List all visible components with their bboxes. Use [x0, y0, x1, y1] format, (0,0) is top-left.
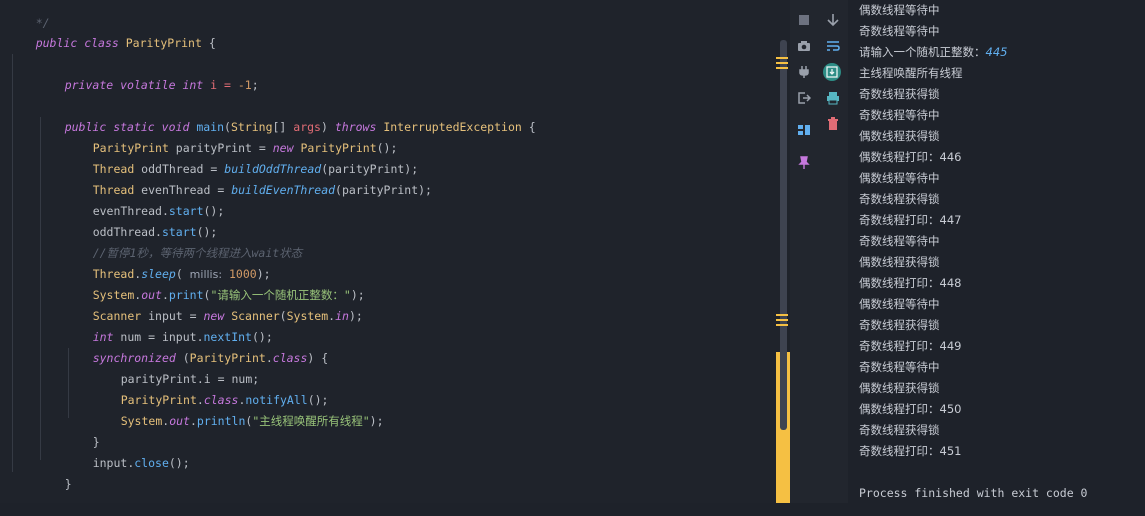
code-line-input-close: input.close(); [92, 456, 190, 470]
scroll-to-end-icon[interactable] [823, 63, 841, 81]
console-line: 奇数线程等待中 [859, 357, 940, 378]
code-line-odd-thread: Thread oddThread = buildOddThread(parity… [92, 162, 419, 176]
console-line: 偶数线程打印：450 [859, 399, 961, 420]
console-line: 奇数线程打印：449 [859, 336, 961, 357]
code-line-sleep: Thread.sleep( millis: 1000); [92, 267, 271, 281]
layout-icon[interactable] [795, 121, 813, 139]
console-line-text: 偶数线程获得锁 [859, 255, 940, 269]
console-line-text: 奇数线程打印：449 [859, 339, 962, 353]
scroll-tick [776, 324, 788, 326]
console-line: 偶数线程等待中 [859, 294, 940, 315]
console-line-text: 偶数线程等待中 [859, 297, 940, 311]
code-line-close-sync: } [92, 435, 100, 449]
scroll-down-icon[interactable] [824, 11, 842, 29]
scroll-tick [776, 314, 788, 316]
pin-icon[interactable] [795, 154, 813, 172]
code-line-class-declaration: public class ParityPrint { [35, 36, 216, 50]
console-line: 偶数线程获得锁 [859, 252, 940, 273]
console-line: 奇数线程获得锁 [859, 315, 940, 336]
console-line: 偶数线程等待中 [859, 0, 940, 21]
trash-icon[interactable] [824, 115, 842, 133]
console-line-text: 偶数线程打印：448 [859, 276, 962, 290]
console-line: 奇数线程等待中 [859, 231, 940, 252]
code-line-even-start: evenThread.start(); [92, 204, 225, 218]
console-line: 奇数线程等待中 [859, 105, 940, 126]
scroll-tick [776, 319, 788, 321]
process-exit-message: Process finished with exit code 0 [859, 486, 1088, 500]
code-line-even-thread: Thread evenThread = buildEvenThread(pari… [92, 183, 432, 197]
console-line-text: 偶数线程等待中 [859, 3, 940, 17]
code-line-scanner: Scanner input = new Scanner(System.in); [92, 309, 363, 323]
console-line: 请输入一个随机正整数：445 [859, 42, 1007, 63]
console-line-text: 偶数线程等待中 [859, 171, 940, 185]
code-line-comment: //暂停1秒，等待两个线程进入wait状态 [92, 246, 303, 260]
console-line: 主线程唤醒所有线程 [859, 63, 963, 84]
stop-icon[interactable] [795, 11, 813, 29]
indent-guide [12, 54, 13, 472]
exit-icon[interactable] [795, 89, 813, 107]
console-line: 奇数线程打印：451 [859, 441, 961, 462]
code-line-print-prompt: System.out.print("请输入一个随机正整数："); [92, 288, 365, 302]
console-line-text: 奇数线程打印：451 [859, 444, 962, 458]
console-line-text: 奇数线程等待中 [859, 234, 940, 248]
console-line-text: 奇数线程等待中 [859, 360, 940, 374]
console-line-text: 奇数线程等待中 [859, 24, 940, 38]
console-line-text: 偶数线程打印：450 [859, 402, 962, 416]
console-line-text: 主线程唤醒所有线程 [859, 66, 963, 80]
console-line-text: 请输入一个随机正整数： [859, 45, 986, 59]
console-line-text: 偶数线程获得锁 [859, 381, 940, 395]
console-line: 奇数线程打印：447 [859, 210, 961, 231]
console-line: 奇数线程等待中 [859, 21, 940, 42]
console-output[interactable]: 偶数线程等待中 奇数线程等待中 请输入一个随机正整数：445 主线程唤醒所有线程 奇数线… [848, 0, 1145, 503]
camera-icon[interactable] [795, 37, 813, 55]
plug-icon[interactable] [795, 63, 813, 81]
code-editor[interactable]: */ public class ParityPrint { private vo… [0, 0, 776, 503]
code-line-field: private volatile int i = -1; [64, 78, 259, 92]
console-user-input: 445 [985, 45, 1008, 59]
code-line-main-declaration: public static void main(String[] args) t… [64, 120, 536, 134]
code-line-new-parityprint: ParityPrint parityPrint = new ParityPrin… [92, 141, 398, 155]
console-line-text: 奇数线程获得锁 [859, 318, 940, 332]
code-line-assign: parityPrint.i = num; [120, 372, 260, 386]
scroll-tick [776, 57, 788, 59]
console-line-text: 偶数线程获得锁 [859, 129, 940, 143]
code-line-notify-all: ParityPrint.class.notifyAll(); [120, 393, 329, 407]
console-line: 奇数线程获得锁 [859, 189, 940, 210]
console-line-text: 奇数线程获得锁 [859, 87, 940, 101]
scroll-tick [776, 67, 788, 69]
code-line-println: System.out.println("主线程唤醒所有线程"); [120, 414, 384, 428]
editor-scrollbar-thumb[interactable] [780, 40, 787, 430]
console-line-text: 奇数线程等待中 [859, 108, 940, 122]
print-icon[interactable] [824, 89, 842, 107]
code-line-odd-start: oddThread.start(); [92, 225, 218, 239]
console-line: 偶数线程打印：448 [859, 273, 961, 294]
scroll-tick [776, 62, 788, 64]
soft-wrap-icon[interactable] [824, 37, 842, 55]
console-line-text: 奇数线程获得锁 [859, 423, 940, 437]
code-line-next-int: int num = input.nextInt(); [92, 330, 273, 344]
console-line-text: 奇数线程获得锁 [859, 192, 940, 206]
indent-guide [40, 117, 41, 460]
console-line: 偶数线程获得锁 [859, 126, 940, 147]
code-line-synchronized: synchronized (ParityPrint.class) { [92, 351, 329, 365]
console-line: 偶数线程打印：446 [859, 147, 961, 168]
console-line: 奇数线程获得锁 [859, 420, 940, 441]
console-line: 偶数线程获得锁 [859, 378, 940, 399]
console-line: 奇数线程获得锁 [859, 84, 940, 105]
console-line: 偶数线程等待中 [859, 168, 940, 189]
console-line-text: 奇数线程打印：447 [859, 213, 962, 227]
code-line-close-main: } [64, 477, 72, 491]
run-toolbar [790, 0, 848, 503]
console-line-text: 偶数线程打印：446 [859, 150, 962, 164]
